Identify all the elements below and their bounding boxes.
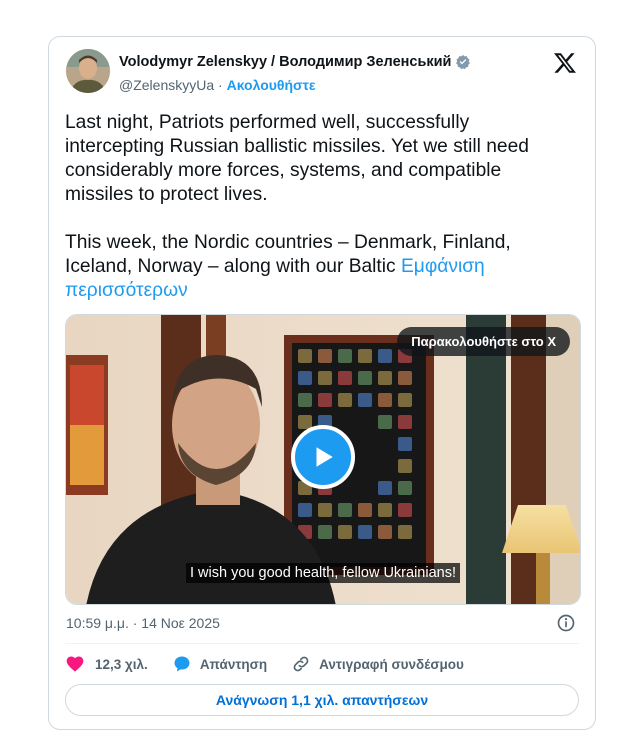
- video-subtitle: I wish you good health, fellow Ukrainian…: [66, 563, 580, 583]
- x-logo-icon[interactable]: [553, 51, 577, 75]
- play-icon: [316, 447, 333, 467]
- video-player[interactable]: Παρακολουθήστε στο X I wish you good hea…: [65, 314, 581, 605]
- copy-link-button[interactable]: Αντιγραφή συνδέσμου: [291, 654, 464, 674]
- read-replies-button[interactable]: Ανάγνωση 1,1 χιλ. απαντήσεων: [65, 684, 579, 716]
- tweet-paragraph: Last night, Patriots performed well, suc…: [65, 112, 529, 205]
- author-name[interactable]: Volodymyr Zelenskyy / Володимир Зеленськ…: [119, 54, 451, 70]
- author-handle-row: @ZelenskyyUa · Ακολουθήστε: [119, 77, 316, 93]
- reply-button[interactable]: Απάντηση: [172, 654, 267, 674]
- author-handle[interactable]: @ZelenskyyUa: [119, 77, 214, 93]
- avatar[interactable]: [66, 49, 110, 93]
- link-icon: [293, 656, 309, 672]
- reply-label: Απάντηση: [199, 656, 268, 672]
- reply-bubble-icon: [174, 656, 190, 672]
- tweet-actions: 12,3 χιλ. Απάντηση Αντιγραφή συνδέσμου: [65, 654, 488, 674]
- play-button[interactable]: [291, 425, 355, 489]
- video-subtitle-text: I wish you good health, fellow Ukrainian…: [186, 563, 460, 583]
- divider: [65, 643, 579, 644]
- like-count: 12,3 χιλ.: [95, 656, 148, 672]
- heart-icon: [66, 656, 84, 672]
- author-name-row[interactable]: Volodymyr Zelenskyy / Володимир Зеленськ…: [119, 54, 471, 70]
- copy-link-label: Αντιγραφή συνδέσμου: [319, 656, 464, 672]
- separator: ·: [218, 77, 223, 93]
- verified-badge-icon: [456, 55, 471, 70]
- tweet-text: Last night, Patriots performed well, suc…: [65, 111, 565, 303]
- info-icon[interactable]: [556, 613, 576, 633]
- tweet-timestamp[interactable]: 10:59 μ.μ. · 14 Νοε 2025: [66, 615, 220, 631]
- follow-button[interactable]: Ακολουθήστε: [227, 77, 316, 93]
- tweet-paragraph-2: This week, the Nordic countries – Denmar…: [65, 231, 565, 303]
- tweet-card: Volodymyr Zelenskyy / Володимир Зеленськ…: [48, 36, 596, 730]
- like-button[interactable]: 12,3 χιλ.: [65, 654, 148, 674]
- watch-on-x-button[interactable]: Παρακολουθήστε στο X: [397, 327, 570, 356]
